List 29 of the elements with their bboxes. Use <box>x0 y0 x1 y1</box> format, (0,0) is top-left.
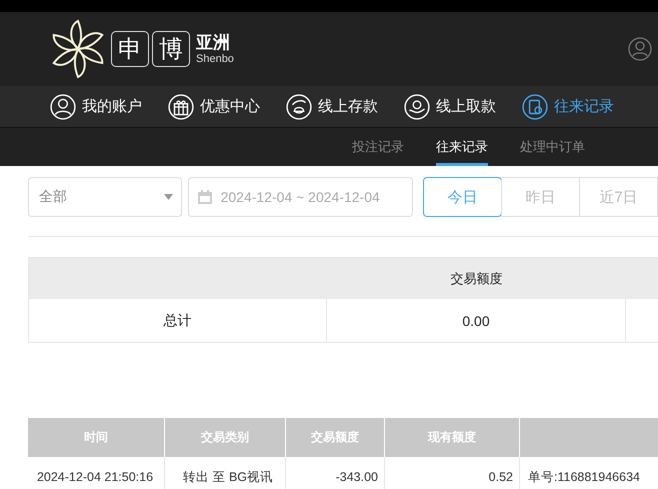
caret-icon <box>164 194 173 200</box>
table-cell: 2024-12-04 21:50:16 <box>28 457 165 489</box>
date-range-field[interactable]: 2024-12-04 ~ 2024-12-04 <box>188 177 413 217</box>
nav-item[interactable]: 我的账户 <box>50 94 142 120</box>
sub-tab[interactable]: 处理中订单 <box>520 128 585 166</box>
table-cell: 0.00 <box>327 299 626 342</box>
nav-item[interactable]: 线上存款 <box>286 94 378 120</box>
logo-character: 申 <box>111 31 149 67</box>
nav-item[interactable]: 线上取款 <box>404 94 496 120</box>
logo-wordmark: Shenbo <box>196 52 234 66</box>
sub-tab[interactable]: 投注记录 <box>352 128 404 166</box>
table-cell: -343.00 <box>286 457 385 489</box>
gift-icon <box>168 94 194 120</box>
sub-tab[interactable]: 往来记录 <box>436 128 488 166</box>
table-cell: 总计 <box>29 299 327 342</box>
logo-character: 博 <box>152 31 190 67</box>
table-cell: 0.52 <box>385 457 520 489</box>
nav-item[interactable]: 往来记录 <box>522 94 614 120</box>
date-preset-button[interactable]: 今日 <box>423 177 502 217</box>
user-icon <box>50 94 76 120</box>
table-cell: 转出 至 BG视讯 <box>165 457 286 489</box>
header-cell: 交易额度 <box>327 258 626 299</box>
type-select[interactable]: 全部 <box>28 177 182 217</box>
table-cell: 单号:116881946634 <box>520 457 658 489</box>
clipboard-clock-icon <box>522 94 548 120</box>
calendar-icon <box>196 189 213 205</box>
user-icon[interactable] <box>628 37 652 61</box>
nav-item[interactable]: 优惠中心 <box>168 94 260 120</box>
logo-region: 亚洲 <box>196 32 231 52</box>
